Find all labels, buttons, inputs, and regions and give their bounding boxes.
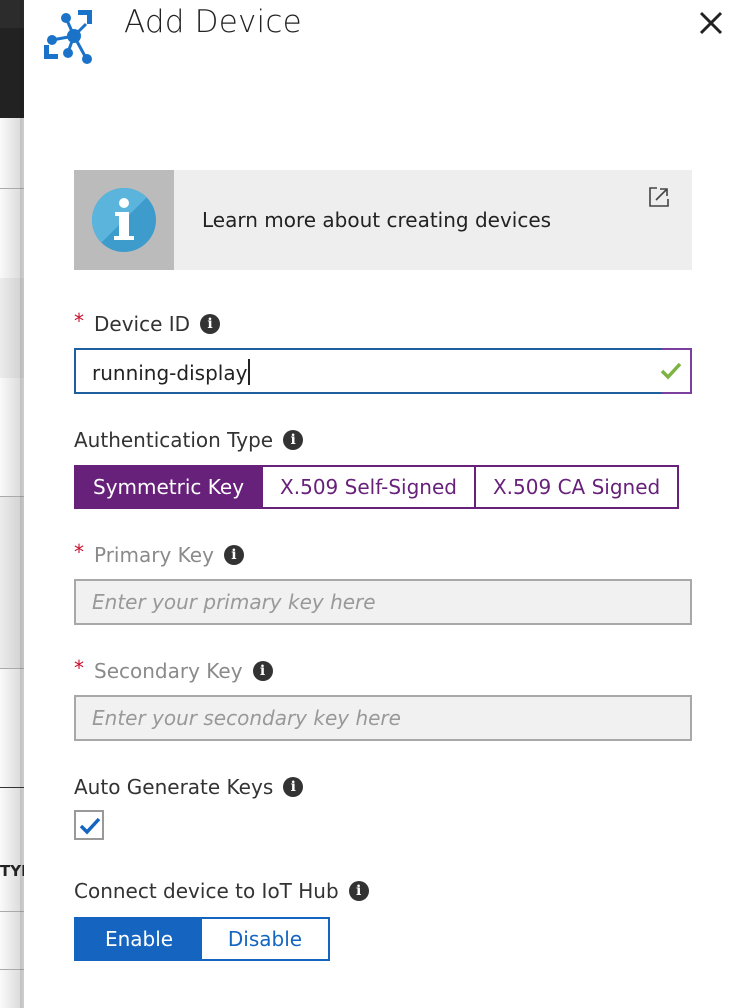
enable-button[interactable]: Enable	[76, 919, 202, 959]
learn-more-banner[interactable]: Learn more about creating devices	[74, 170, 692, 270]
required-marker: *	[74, 656, 84, 680]
primary-key-label: * Primary Key i	[74, 540, 244, 567]
auto-generate-label-text: Auto Generate Keys	[74, 775, 274, 799]
info-icon[interactable]: i	[252, 661, 273, 681]
secondary-key-input[interactable]	[76, 697, 690, 739]
auth-type-selector: Symmetric Key X.509 Self-Signed X.509 CA…	[74, 465, 680, 509]
secondary-key-field[interactable]	[74, 695, 692, 741]
disable-button[interactable]: Disable	[202, 919, 328, 959]
connect-hub-label-text: Connect device to IoT Hub	[74, 879, 339, 903]
device-id-input[interactable]: running-display	[74, 348, 692, 394]
panel-title: Add Device	[124, 4, 302, 40]
external-link-icon[interactable]	[648, 186, 670, 208]
info-icon[interactable]: i	[223, 545, 244, 565]
required-marker: *	[74, 309, 84, 333]
device-id-value: running-display	[92, 359, 251, 385]
checkmark-icon	[79, 817, 101, 835]
auth-type-label: Authentication Type i	[74, 428, 304, 452]
device-id-label-text: Device ID	[94, 312, 191, 336]
primary-key-input[interactable]	[76, 581, 690, 623]
auth-option-symmetric-key[interactable]: Symmetric Key	[76, 467, 262, 507]
connect-hub-label: Connect device to IoT Hub i	[74, 879, 369, 903]
info-icon-box	[74, 170, 174, 270]
close-icon[interactable]	[696, 8, 726, 38]
primary-key-label-text: Primary Key	[94, 543, 214, 567]
auth-option-x509-ca-signed[interactable]: X.509 CA Signed	[473, 467, 678, 507]
required-marker: *	[74, 540, 84, 564]
device-id-label: * Device ID i	[74, 309, 221, 336]
info-icon[interactable]: i	[348, 881, 369, 901]
connect-hub-toggle: Enable Disable	[74, 917, 330, 961]
auto-generate-checkbox[interactable]	[74, 810, 104, 840]
auto-generate-label: Auto Generate Keys i	[74, 775, 304, 799]
info-icon	[92, 188, 156, 252]
secondary-key-label: * Secondary Key i	[74, 656, 273, 683]
add-device-panel: Add Device Learn more about creating dev…	[24, 0, 742, 1008]
learn-more-link[interactable]: Learn more about creating devices	[202, 208, 551, 232]
valid-check-icon	[660, 362, 682, 380]
secondary-key-label-text: Secondary Key	[94, 659, 243, 683]
text-caret	[248, 359, 251, 385]
info-icon[interactable]: i	[283, 777, 304, 797]
iot-device-icon	[44, 10, 92, 64]
primary-key-field[interactable]	[74, 579, 692, 625]
auth-type-label-text: Authentication Type	[74, 428, 274, 452]
info-icon[interactable]: i	[283, 430, 304, 450]
auth-option-x509-self-signed[interactable]: X.509 Self-Signed	[261, 467, 474, 507]
info-icon[interactable]: i	[200, 314, 221, 334]
